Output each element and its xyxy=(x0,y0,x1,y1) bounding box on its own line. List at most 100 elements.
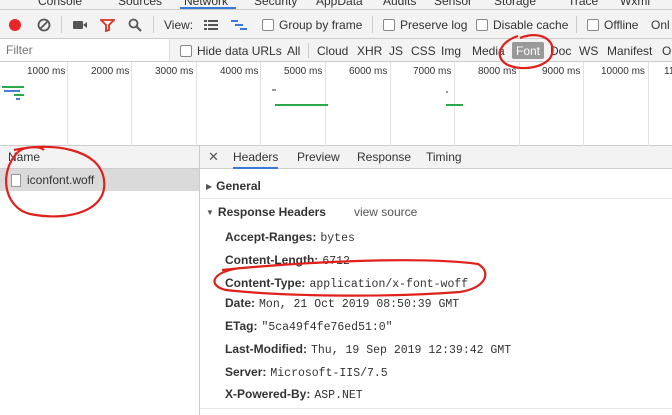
header-value: application/x-font-woff xyxy=(309,278,469,291)
timeline-gridline xyxy=(260,62,261,146)
request-row[interactable]: iconfont.woff xyxy=(0,169,199,191)
name-column-header[interactable]: Name xyxy=(0,146,199,169)
search-button[interactable] xyxy=(128,10,142,39)
filter-separator xyxy=(308,43,309,58)
hide-data-urls-checkbox[interactable]: Hide data URLs xyxy=(180,39,282,62)
header-name: Content-Length: xyxy=(225,253,319,267)
header-row: Content-Length: 6712 xyxy=(225,253,350,268)
type-filter-other[interactable]: O xyxy=(662,39,671,62)
type-filter-cloud[interactable]: Cloud xyxy=(317,39,348,62)
type-filter-img[interactable]: Img xyxy=(441,39,461,62)
tab-timing[interactable]: Timing xyxy=(426,146,462,169)
tab-wxml[interactable]: Wxml xyxy=(620,0,650,8)
type-filter-media[interactable]: Media xyxy=(472,39,505,62)
preserve-log-label: Preserve log xyxy=(400,17,468,32)
header-value: "5ca49f4fe76ed51:0" xyxy=(261,321,393,334)
checkbox-box xyxy=(180,44,192,57)
request-detail-panel: ✕ Headers Preview Response Timing ▶ Gener… xyxy=(200,146,672,415)
tab-storage[interactable]: Storage xyxy=(494,0,536,8)
search-icon xyxy=(128,18,142,32)
tab-appdata[interactable]: AppData xyxy=(316,0,363,8)
tab-sources[interactable]: Sources xyxy=(118,0,162,8)
tab-console[interactable]: Console xyxy=(38,0,82,8)
tab-preview[interactable]: Preview xyxy=(297,146,340,169)
toolbar-separator xyxy=(61,16,62,33)
timeline-tick-label: 6000 ms xyxy=(349,66,388,77)
throttling-select[interactable]: Onl xyxy=(651,18,670,32)
timeline-gridline xyxy=(519,62,520,146)
close-icon[interactable]: ✕ xyxy=(208,146,219,169)
filter-toggle-button[interactable] xyxy=(100,10,115,39)
preserve-log-checkbox[interactable]: Preserve log xyxy=(383,10,467,39)
timeline-bar xyxy=(446,91,448,93)
header-value: ASP.NET xyxy=(314,389,363,402)
timeline-bar xyxy=(446,104,463,106)
clear-button[interactable] xyxy=(37,10,51,39)
general-section-header[interactable]: ▶ General xyxy=(206,179,261,193)
file-icon xyxy=(11,173,21,187)
type-filter-manifest[interactable]: Manifest xyxy=(607,39,652,62)
timeline-bar xyxy=(275,104,328,106)
header-name: Server: xyxy=(225,365,267,379)
record-button[interactable] xyxy=(8,10,22,39)
view-source-link[interactable]: view source xyxy=(354,205,417,219)
group-by-frame-checkbox[interactable]: Group by frame xyxy=(262,10,362,39)
checkbox-box xyxy=(262,18,274,31)
header-name: Accept-Ranges: xyxy=(225,230,317,244)
header-value: Microsoft-IIS/7.5 xyxy=(270,367,388,380)
type-filter-doc[interactable]: Doc xyxy=(550,39,571,62)
screenshot-button[interactable] xyxy=(72,10,88,39)
type-filter-js[interactable]: JS xyxy=(389,39,403,62)
timeline-tick-label: 8000 ms xyxy=(478,66,517,77)
tab-security[interactable]: Security xyxy=(254,0,297,8)
tab-network-underline xyxy=(180,7,236,9)
timeline-tick-label: 4000 ms xyxy=(220,66,259,77)
timeline-bar xyxy=(14,94,24,96)
response-headers-section-header[interactable]: ▼ Response Headers view source xyxy=(206,205,417,219)
filter-bar: Hide data URLs All Cloud XHR JS CSS Img … xyxy=(0,39,672,62)
video-camera-icon xyxy=(73,20,87,29)
request-list: Name iconfont.woff xyxy=(0,146,200,415)
tab-response[interactable]: Response xyxy=(357,146,411,169)
timeline-overview[interactable]: 1000 ms 2000 ms 3000 ms 4000 ms 5000 ms … xyxy=(0,62,672,146)
record-icon xyxy=(9,18,21,31)
waterfall-button[interactable] xyxy=(231,10,247,39)
disable-cache-checkbox[interactable]: Disable cache xyxy=(476,10,568,39)
header-value: 6712 xyxy=(322,255,350,268)
header-name: Last-Modified: xyxy=(225,342,307,356)
header-value: bytes xyxy=(320,232,355,245)
hide-data-urls-label: Hide data URLs xyxy=(197,43,282,58)
view-label: View: xyxy=(164,17,194,32)
offline-checkbox[interactable]: Offline xyxy=(587,10,638,39)
type-filter-css[interactable]: CSS xyxy=(411,39,436,62)
timeline-gridline xyxy=(196,62,197,146)
header-row: Content-Type: application/x-font-woff xyxy=(225,276,468,291)
tab-sensor[interactable]: Sensor xyxy=(434,0,472,8)
toolbar-separator xyxy=(153,16,154,33)
large-rows-button[interactable] xyxy=(204,10,218,39)
timeline-tick-label: 3000 ms xyxy=(155,66,194,77)
type-filter-all[interactable]: All xyxy=(287,39,300,62)
header-value: Thu, 19 Sep 2019 12:39:42 GMT xyxy=(311,344,512,357)
header-row: Last-Modified: Thu, 19 Sep 2019 12:39:42 … xyxy=(225,342,511,357)
section-divider xyxy=(200,198,672,199)
network-toolbar: View: Group by frame Preserve log Disabl… xyxy=(0,10,672,39)
type-filter-font[interactable]: Font xyxy=(512,42,545,59)
tab-trace[interactable]: Trace xyxy=(568,0,598,8)
filter-input[interactable] xyxy=(0,39,170,61)
toolbar-separator xyxy=(372,16,373,33)
timeline-bar xyxy=(4,90,20,92)
disable-cache-label: Disable cache xyxy=(493,17,569,32)
checkbox-box xyxy=(476,18,488,31)
timeline-gridline xyxy=(648,62,649,146)
tab-audits[interactable]: Audits xyxy=(383,0,416,8)
tab-headers[interactable]: Headers xyxy=(233,146,279,169)
section-divider xyxy=(200,408,672,409)
header-name: Content-Type: xyxy=(225,276,306,290)
type-filter-xhr[interactable]: XHR xyxy=(357,39,382,62)
timeline-gridline xyxy=(583,62,584,146)
timeline-tick-label: 5000 ms xyxy=(284,66,323,77)
type-filter-ws[interactable]: WS xyxy=(579,39,598,62)
header-row: ETag: "5ca49f4fe76ed51:0" xyxy=(225,319,393,334)
header-row: Server: Microsoft-IIS/7.5 xyxy=(225,365,388,380)
